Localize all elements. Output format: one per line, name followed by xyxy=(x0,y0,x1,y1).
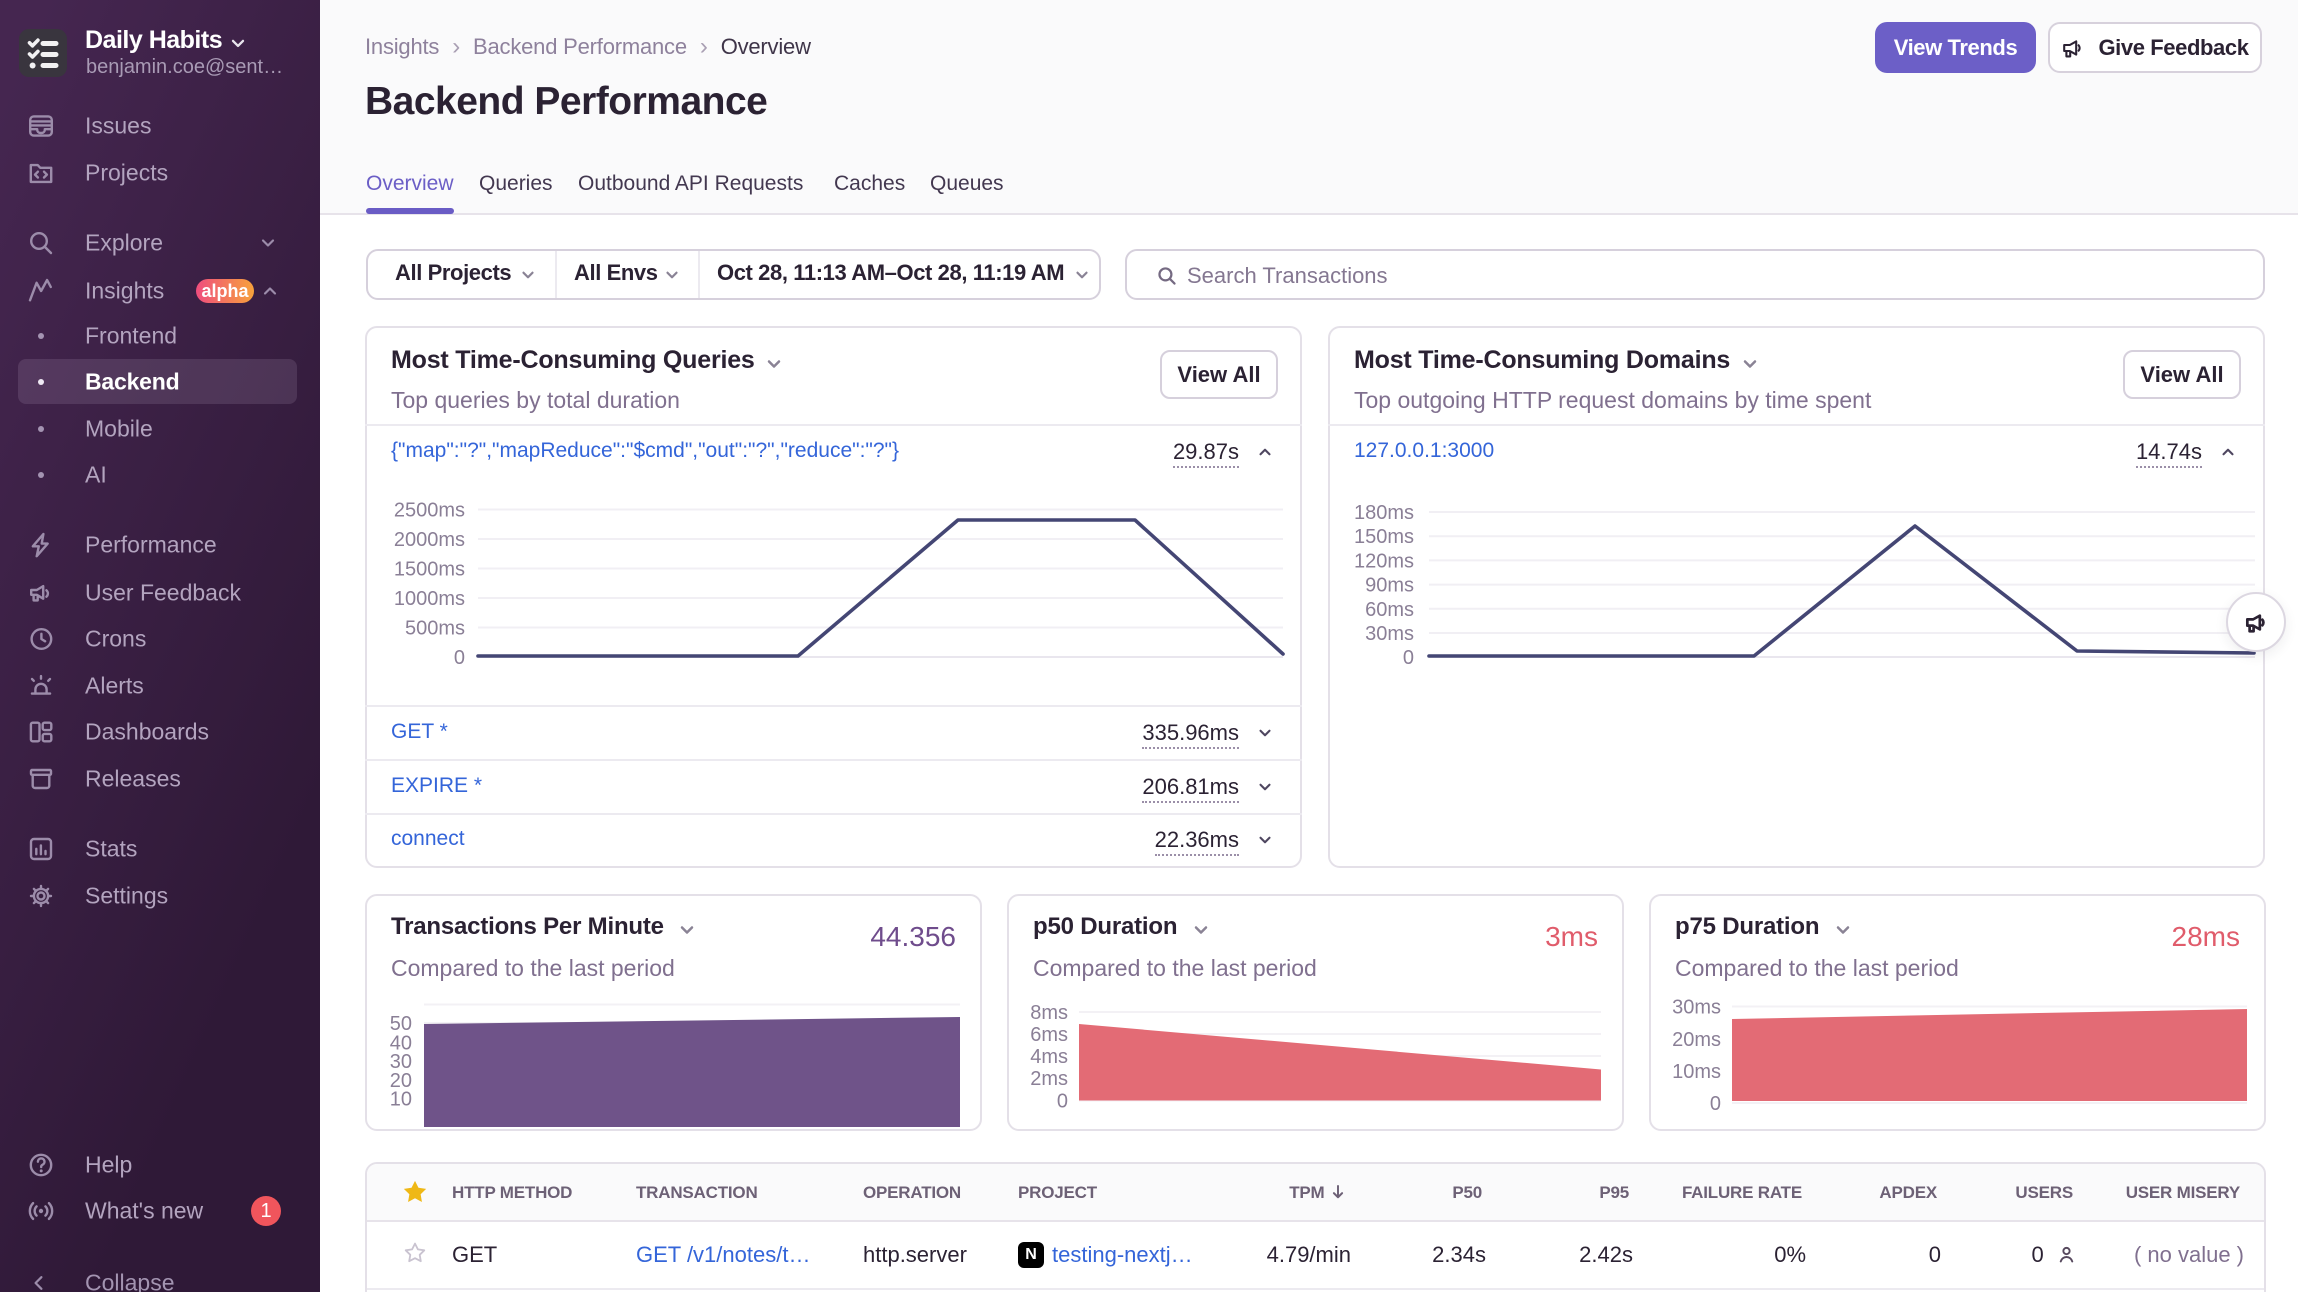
svg-text:60ms: 60ms xyxy=(1365,599,1414,621)
svg-text:150ms: 150ms xyxy=(1354,526,1414,548)
svg-text:2500ms: 2500ms xyxy=(394,500,465,522)
svg-text:20ms: 20ms xyxy=(1672,1029,1721,1051)
svg-text:1500ms: 1500ms xyxy=(394,559,465,581)
svg-text:90ms: 90ms xyxy=(1365,575,1414,597)
svg-text:4ms: 4ms xyxy=(1030,1046,1068,1068)
svg-text:2000ms: 2000ms xyxy=(394,529,465,551)
svg-text:0: 0 xyxy=(1710,1093,1721,1115)
svg-text:1000ms: 1000ms xyxy=(394,588,465,610)
svg-text:180ms: 180ms xyxy=(1354,502,1414,524)
svg-text:8ms: 8ms xyxy=(1030,1002,1068,1024)
svg-text:0: 0 xyxy=(1403,647,1414,669)
svg-text:30ms: 30ms xyxy=(1365,623,1414,645)
svg-text:0: 0 xyxy=(1057,1091,1068,1113)
svg-text:10: 10 xyxy=(390,1089,412,1111)
svg-text:500ms: 500ms xyxy=(405,618,465,640)
svg-text:120ms: 120ms xyxy=(1354,550,1414,572)
svg-text:2ms: 2ms xyxy=(1030,1068,1068,1090)
svg-text:6ms: 6ms xyxy=(1030,1024,1068,1046)
svg-text:10ms: 10ms xyxy=(1672,1061,1721,1083)
svg-text:0: 0 xyxy=(454,647,465,669)
svg-text:30ms: 30ms xyxy=(1672,997,1721,1019)
